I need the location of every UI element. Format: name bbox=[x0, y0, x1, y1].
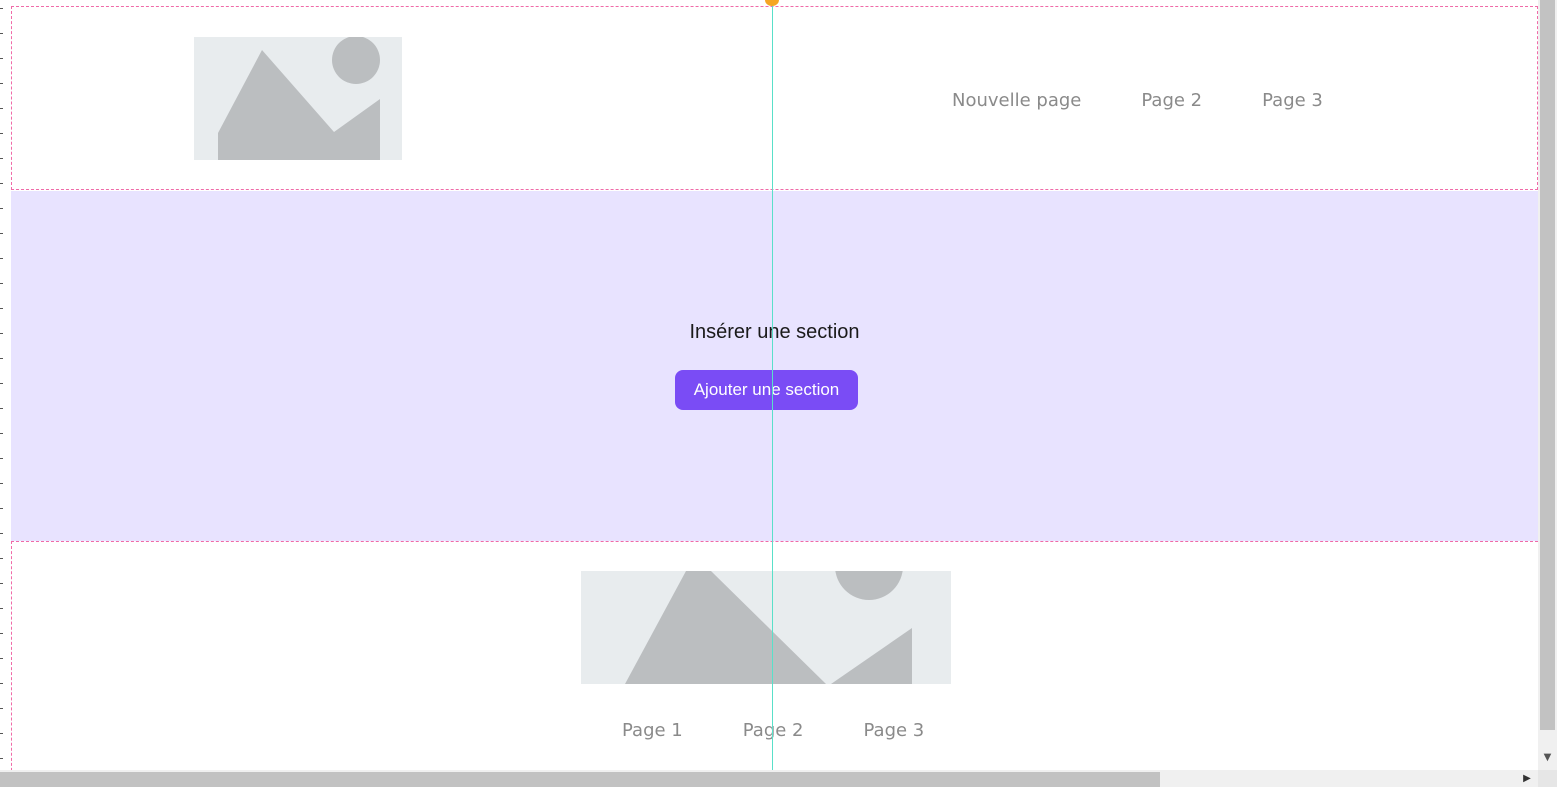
ruler-tick bbox=[0, 758, 3, 759]
footer-nav-link-page-2[interactable]: Page 2 bbox=[743, 720, 804, 741]
ruler-tick bbox=[0, 458, 3, 459]
insert-section-zone: Insérer une section Ajouter une section bbox=[11, 191, 1538, 541]
ruler-tick bbox=[0, 383, 3, 384]
ruler-tick bbox=[0, 158, 3, 159]
ruler-tick bbox=[0, 683, 3, 684]
ruler-tick bbox=[0, 533, 3, 534]
center-guide-line bbox=[772, 0, 773, 770]
ruler-tick bbox=[0, 283, 3, 284]
ruler-tick bbox=[0, 233, 3, 234]
footer-nav: Page 1 Page 2 Page 3 bbox=[622, 720, 984, 741]
ruler-tick bbox=[0, 83, 3, 84]
scrollbar-corner bbox=[1538, 770, 1557, 787]
footer-nav-link-page-1[interactable]: Page 1 bbox=[622, 720, 683, 741]
left-ruler bbox=[0, 0, 6, 770]
ruler-tick bbox=[0, 433, 3, 434]
chevron-right-icon[interactable]: ▶ bbox=[1518, 770, 1536, 787]
ruler-tick bbox=[0, 708, 3, 709]
ruler-tick bbox=[0, 733, 3, 734]
footer-section[interactable]: Page 1 Page 2 Page 3 bbox=[11, 541, 1538, 781]
ruler-tick bbox=[0, 208, 3, 209]
ruler-tick bbox=[0, 408, 3, 409]
ruler-tick bbox=[0, 558, 3, 559]
footer-nav-link-page-3[interactable]: Page 3 bbox=[864, 720, 925, 741]
vertical-scrollbar[interactable]: ▼ bbox=[1538, 0, 1557, 770]
ruler-tick bbox=[0, 183, 3, 184]
header-nav-link-page-3[interactable]: Page 3 bbox=[1262, 90, 1323, 111]
ruler-tick bbox=[0, 608, 3, 609]
image-placeholder-icon bbox=[625, 571, 912, 684]
horizontal-scrollbar[interactable]: ▶ bbox=[0, 770, 1538, 787]
ruler-tick bbox=[0, 483, 3, 484]
header-section[interactable]: Nouvelle page Page 2 Page 3 bbox=[11, 6, 1538, 190]
add-section-button[interactable]: Ajouter une section bbox=[675, 370, 858, 410]
ruler-tick bbox=[0, 133, 3, 134]
header-logo[interactable] bbox=[194, 37, 402, 160]
ruler-tick bbox=[0, 258, 3, 259]
horizontal-scrollbar-thumb[interactable] bbox=[0, 772, 1160, 787]
image-placeholder-icon bbox=[218, 37, 380, 160]
ruler-tick bbox=[0, 658, 3, 659]
ruler-tick bbox=[0, 333, 3, 334]
vertical-scrollbar-thumb[interactable] bbox=[1540, 0, 1555, 730]
ruler-tick bbox=[0, 108, 3, 109]
editor-canvas: Nouvelle page Page 2 Page 3 Insérer une … bbox=[0, 0, 1557, 787]
ruler-tick bbox=[0, 633, 3, 634]
insert-section-title: Insérer une section bbox=[689, 321, 860, 343]
header-nav: Nouvelle page Page 2 Page 3 bbox=[952, 90, 1383, 111]
header-nav-link-nouvelle-page[interactable]: Nouvelle page bbox=[952, 90, 1081, 111]
ruler-tick bbox=[0, 58, 3, 59]
footer-image[interactable] bbox=[581, 571, 951, 684]
chevron-down-icon[interactable]: ▼ bbox=[1538, 748, 1557, 768]
ruler-tick bbox=[0, 33, 3, 34]
ruler-tick bbox=[0, 8, 3, 9]
ruler-tick bbox=[0, 508, 3, 509]
ruler-tick bbox=[0, 583, 3, 584]
ruler-tick bbox=[0, 358, 3, 359]
ruler-tick bbox=[0, 308, 3, 309]
header-nav-link-page-2[interactable]: Page 2 bbox=[1141, 90, 1202, 111]
